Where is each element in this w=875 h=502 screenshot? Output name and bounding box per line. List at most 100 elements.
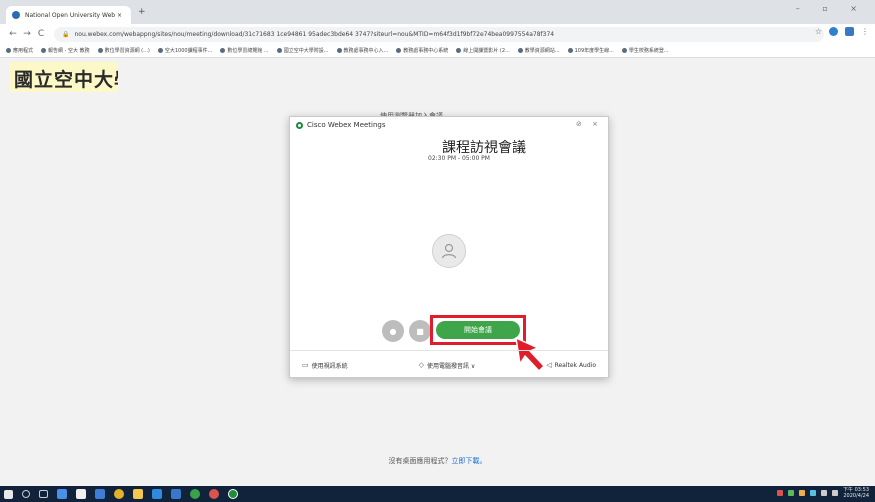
bookmark-item[interactable]: 數位學習總覽館 ...: [220, 47, 269, 54]
bookmark-favicon-icon: [157, 48, 163, 53]
start-meeting-button[interactable]: 開始會議: [436, 321, 520, 339]
bookmark-label: 學生校務系統登...: [628, 48, 669, 54]
forward-button[interactable]: →: [20, 29, 34, 39]
network-icon[interactable]: [821, 490, 827, 496]
bookmark-label: 109年度學生線...: [574, 48, 614, 54]
windows-taskbar: [0, 486, 875, 502]
dialog-controls[interactable]: ⊘ ×: [576, 120, 602, 128]
bookmark-favicon-icon: [621, 48, 627, 53]
windows-start-icon[interactable]: [4, 489, 13, 499]
app-icon[interactable]: [57, 489, 67, 499]
bookmark-item[interactable]: 教務處事務中心系統: [396, 47, 448, 54]
tray-icon[interactable]: [788, 490, 794, 496]
line-icon[interactable]: [190, 489, 200, 499]
meeting-title: 課程訪視會議: [442, 140, 526, 156]
tray-icon[interactable]: [799, 490, 805, 496]
menu-icon[interactable]: ⋮: [861, 27, 869, 36]
back-button[interactable]: ←: [6, 29, 20, 39]
bookmark-item[interactable]: 線上開課暨影片 (2...: [456, 47, 510, 54]
bookmark-favicon-icon: [220, 48, 226, 53]
bookmark-item[interactable]: 應用程式: [6, 47, 33, 54]
lock-icon: 🔒: [62, 30, 70, 38]
extension-icon[interactable]: [829, 27, 838, 36]
bookmark-item[interactable]: 109年度學生線...: [567, 47, 614, 54]
task-view-icon[interactable]: [39, 490, 48, 498]
bookmark-item[interactable]: 國立空中大學附設...: [276, 47, 329, 54]
bookmark-star-icon[interactable]: ☆: [815, 27, 822, 36]
mute-mic-button[interactable]: ●: [382, 320, 404, 342]
bookmark-label: 應用程式: [13, 48, 34, 54]
app-icon[interactable]: [209, 489, 219, 499]
bookmark-label: 數位學習資源網 (...): [104, 48, 150, 54]
dialog-app-name: Cisco Webex Meetings: [307, 121, 386, 129]
bookmark-label: 教學資源網站...: [524, 48, 560, 54]
bookmark-favicon-icon: [276, 48, 282, 53]
video-system-option[interactable]: ▭ 使用視訊系統: [302, 361, 348, 370]
address-bar[interactable]: 🔒 nou.webex.com/webappng/sites/nou/meeti…: [54, 26, 824, 42]
bookmark-item[interactable]: 學生校務系統登...: [621, 47, 669, 54]
bookmark-label: 線上開課暨影片 (2...: [463, 48, 510, 54]
browser-tab[interactable]: National Open University Web ×: [6, 6, 131, 24]
file-explorer-icon[interactable]: [133, 489, 143, 499]
webex-taskbar-icon[interactable]: [228, 489, 238, 499]
bookmark-label: 教務處事務中心系統: [403, 48, 449, 54]
download-link[interactable]: 立即下載。: [452, 457, 487, 465]
bookmark-favicon-icon: [41, 48, 47, 53]
app-icon[interactable]: [171, 489, 181, 499]
system-tray: 下午 03:53 2020/4/24: [777, 487, 869, 499]
webex-favicon-icon: [12, 11, 20, 19]
person-icon: [441, 243, 457, 259]
tab-strip: National Open University Web × + – ▫ ×: [0, 0, 875, 24]
no-desktop-label: 沒有桌面應用程式？: [388, 457, 452, 465]
bookmark-favicon-icon: [336, 48, 342, 53]
tray-icon[interactable]: [810, 490, 816, 496]
bookmark-item[interactable]: 教學資源網站...: [517, 47, 560, 54]
window-controls[interactable]: – ▫ ×: [796, 4, 867, 13]
bookmarks-bar: 應用程式 報告網 - 空大 教務 數位學習資源網 (...) 空大1000課程事件..…: [0, 44, 875, 58]
user-avatar: [432, 234, 466, 268]
meeting-time: 02:30 PM - 05:00 PM: [428, 155, 490, 162]
audio-device-selector[interactable]: ◁ Realtek Audio: [546, 361, 596, 369]
audio-connection-label: 使用電腦撥音訊 ∨: [426, 362, 476, 370]
dialog-footer: ▭ 使用視訊系統 ◇ 使用電腦撥音訊 ∨ ◁ Realtek Audio: [290, 351, 608, 379]
edge-icon[interactable]: [152, 489, 162, 499]
search-icon[interactable]: [22, 490, 30, 498]
bookmark-label: 數位學習總覽館 ...: [227, 48, 269, 54]
bookmark-favicon-icon: [456, 48, 462, 53]
bookmark-favicon-icon: [567, 48, 573, 53]
reload-button[interactable]: C: [34, 29, 48, 39]
audio-device-label: Realtek Audio: [554, 361, 596, 369]
chrome-icon[interactable]: [114, 489, 124, 499]
extension-icon[interactable]: [845, 27, 854, 36]
bookmark-label: 空大1000課程事件...: [164, 48, 213, 54]
speaker-icon: ◁: [546, 361, 552, 369]
audio-connection-dropdown[interactable]: ◇ 使用電腦撥音訊 ∨: [419, 361, 476, 370]
taskbar-clock[interactable]: 下午 03:53 2020/4/24: [843, 487, 869, 499]
university-logo: 國立空中大學: [10, 62, 118, 92]
start-button-highlight: 開始會議: [430, 315, 526, 345]
screen-share-icon: ▭: [302, 361, 309, 369]
bookmark-item[interactable]: 教務處事務中心入...: [336, 47, 389, 54]
bookmark-label: 教務處事務中心入...: [343, 48, 389, 54]
app-icon[interactable]: [76, 489, 86, 499]
microphone-icon: ●: [389, 326, 397, 336]
video-system-label: 使用視訊系統: [311, 362, 348, 370]
tray-icon[interactable]: [777, 490, 783, 496]
url-text: nou.webex.com/webappng/sites/nou/meeting…: [74, 30, 555, 38]
video-camera-icon: ■: [416, 326, 424, 336]
bookmark-item[interactable]: 數位學習資源網 (...): [97, 47, 150, 54]
bookmark-favicon-icon: [396, 48, 402, 53]
stop-video-button[interactable]: ■: [409, 320, 431, 342]
bookmark-favicon-icon: [6, 48, 11, 53]
app-icon[interactable]: [95, 489, 105, 499]
screen: National Open University Web × + – ▫ × ←…: [0, 0, 875, 502]
bookmark-item[interactable]: 報告網 - 空大 教務: [41, 47, 90, 54]
webex-logo-icon: [296, 121, 303, 129]
new-tab-button[interactable]: +: [138, 7, 146, 17]
tab-title: National Open University Web ×: [25, 11, 123, 19]
browser-toolbar: ← → C 🔒 nou.webex.com/webappng/sites/nou…: [0, 24, 875, 44]
volume-icon[interactable]: [832, 490, 838, 496]
bookmark-item[interactable]: 空大1000課程事件...: [157, 47, 213, 54]
webex-dialog: Cisco Webex Meetings ⊘ × 課程訪視會議 02:30 PM…: [289, 116, 609, 378]
clock-date: 2020/4/24: [843, 493, 869, 499]
